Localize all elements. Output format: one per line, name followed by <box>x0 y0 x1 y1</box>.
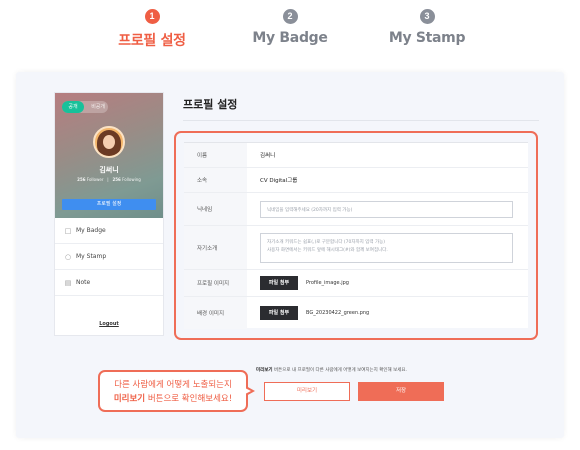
profile-menu: □ My Badge ○ My Stamp ▤ Note <box>55 218 163 296</box>
avatar <box>93 126 125 158</box>
callout-line2: 미리보기 버튼으로 확인해보세요! <box>100 392 246 406</box>
callout-arrow-inner <box>245 388 251 394</box>
following-count: 256 <box>112 177 121 182</box>
step-indicator: 1 프로필 설정 2 My Badge 3 My Stamp <box>0 9 580 59</box>
toggle-public-label: 공개 <box>62 101 84 113</box>
step-label: My Badge <box>252 30 328 46</box>
followers-count: 256 <box>77 177 86 182</box>
preview-hint: 미리보기 버튼으로 내 프로필이 다른 사람에게 어떻게 보여지는지 확인해 보… <box>256 367 407 373</box>
toggle-private-label: 비공개 <box>91 104 105 110</box>
followers-label: Follower <box>86 177 104 182</box>
step-number: 3 <box>419 9 435 24</box>
preview-button[interactable]: 미리보기 <box>264 382 350 401</box>
visibility-toggle[interactable]: 공개 비공개 <box>62 101 108 113</box>
menu-item-my-stamp[interactable]: ○ My Stamp <box>55 244 163 270</box>
profile-settings-button[interactable]: 프로필 설정 <box>62 199 156 210</box>
step-number: 2 <box>282 9 298 24</box>
step-my-badge[interactable]: 2 My Badge <box>220 9 360 46</box>
menu-item-label: My Badge <box>76 227 106 234</box>
title-divider <box>183 120 539 121</box>
callout-bold: 미리보기 <box>113 394 146 404</box>
follow-stats: 256 Follower | 256 Following <box>77 177 141 182</box>
step-number: 1 <box>144 9 160 24</box>
preview-hint-bold: 미리보기 <box>256 368 273 373</box>
step-my-stamp[interactable]: 3 My Stamp <box>357 9 497 46</box>
step-label: 프로필 설정 <box>118 33 186 49</box>
page-title: 프로필 설정 <box>183 98 238 111</box>
menu-item-my-badge[interactable]: □ My Badge <box>55 218 163 244</box>
menu-item-label: My Stamp <box>76 253 107 260</box>
step-label: My Stamp <box>388 30 466 46</box>
step-profile-settings[interactable]: 1 프로필 설정 <box>82 9 222 50</box>
callout-line1: 다른 사람에게 어떻게 노출되는지 <box>114 380 232 390</box>
preview-hint-text: 버튼으로 내 프로필이 다른 사람에게 어떻게 보여지는지 확인해 보세요. <box>272 368 407 373</box>
callout-rest: 버튼으로 확인해보세요! <box>145 394 233 404</box>
person-icon: ○ <box>64 252 72 261</box>
profile-name: 김써니 <box>99 166 119 174</box>
badge-icon: □ <box>64 226 72 235</box>
menu-item-label: Note <box>76 279 91 286</box>
logout-link[interactable]: Logout <box>55 321 163 327</box>
following-label: Following <box>122 177 141 182</box>
save-button[interactable]: 저장 <box>358 382 444 401</box>
form-highlight-frame <box>174 131 538 340</box>
note-icon: ▤ <box>64 278 72 287</box>
profile-card: 공개 비공개 김써니 256 Follower | 256 Following … <box>54 92 164 336</box>
preview-callout: 다른 사람에게 어떻게 노출되는지 미리보기 버튼으로 확인해보세요! <box>98 370 248 412</box>
profile-card-header: 공개 비공개 김써니 256 Follower | 256 Following … <box>55 93 163 218</box>
menu-item-note[interactable]: ▤ Note <box>55 270 163 296</box>
